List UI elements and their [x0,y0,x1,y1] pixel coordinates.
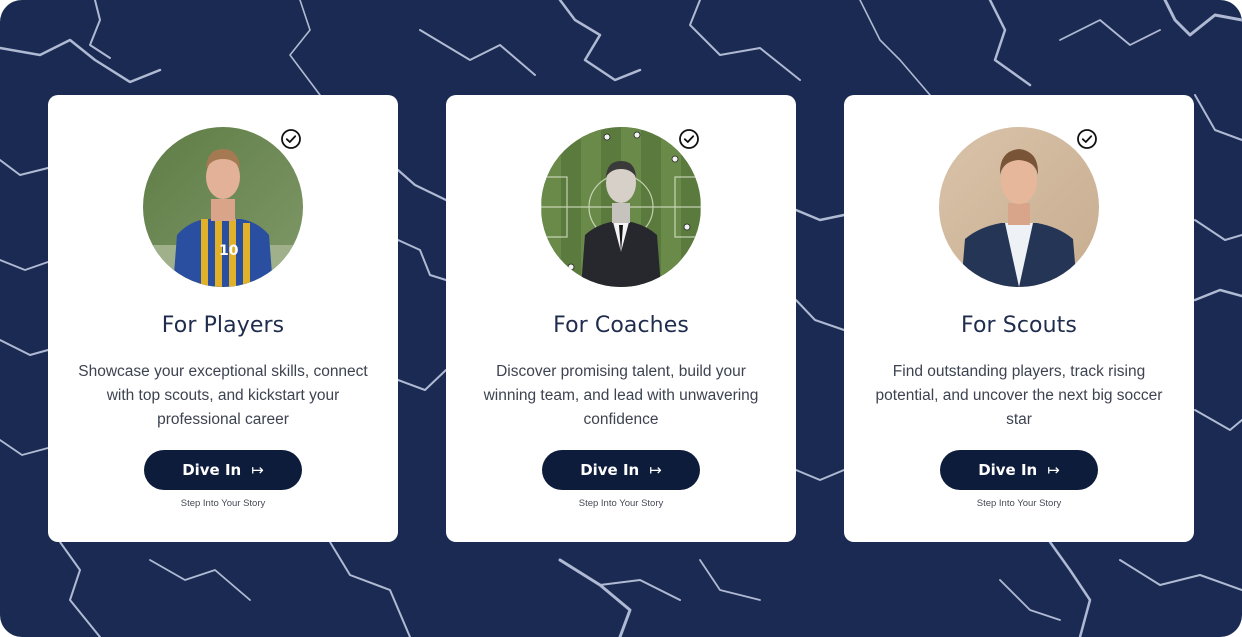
dive-in-label: Dive In [978,461,1038,479]
card-players: 10 For Players Showcase your exceptional… [48,95,398,542]
card-description: Find outstanding players, track rising p… [875,363,1163,428]
arrow-right-to-bar-icon: ↦ [649,461,662,479]
card-coaches: For Coaches Discover promising talent, b… [446,95,796,542]
card-scouts: For Scouts Find outstanding players, tra… [844,95,1194,542]
card-title: For Players [161,313,285,338]
landing-panel: 10 For Players Showcase your exceptional… [0,0,1242,637]
coach-avatar [541,127,701,287]
check-circle-icon [1077,129,1097,149]
scout-avatar [939,127,1099,287]
card-subtext: Step Into Your Story [976,498,1062,509]
arrow-right-to-bar-icon: ↦ [1047,461,1060,479]
arrow-right-to-bar-icon: ↦ [251,461,264,479]
dive-in-label: Dive In [580,461,640,479]
card-subtext: Step Into Your Story [578,498,664,509]
check-circle-icon [679,129,699,149]
dive-in-button[interactable]: Dive In ↦ [144,450,302,490]
player-avatar: 10 [143,127,303,287]
dive-in-button[interactable]: Dive In ↦ [542,450,700,490]
dive-in-button[interactable]: Dive In ↦ [940,450,1098,490]
dive-in-label: Dive In [182,461,242,479]
check-circle-icon [281,129,301,149]
card-description: Showcase your exceptional skills, connec… [78,363,368,428]
card-description: Discover promising talent, build your wi… [483,363,759,428]
card-subtext: Step Into Your Story [180,498,266,509]
svg-text:10: 10 [219,243,239,259]
card-title: For Scouts [961,313,1077,338]
card-title: For Coaches [553,313,689,338]
